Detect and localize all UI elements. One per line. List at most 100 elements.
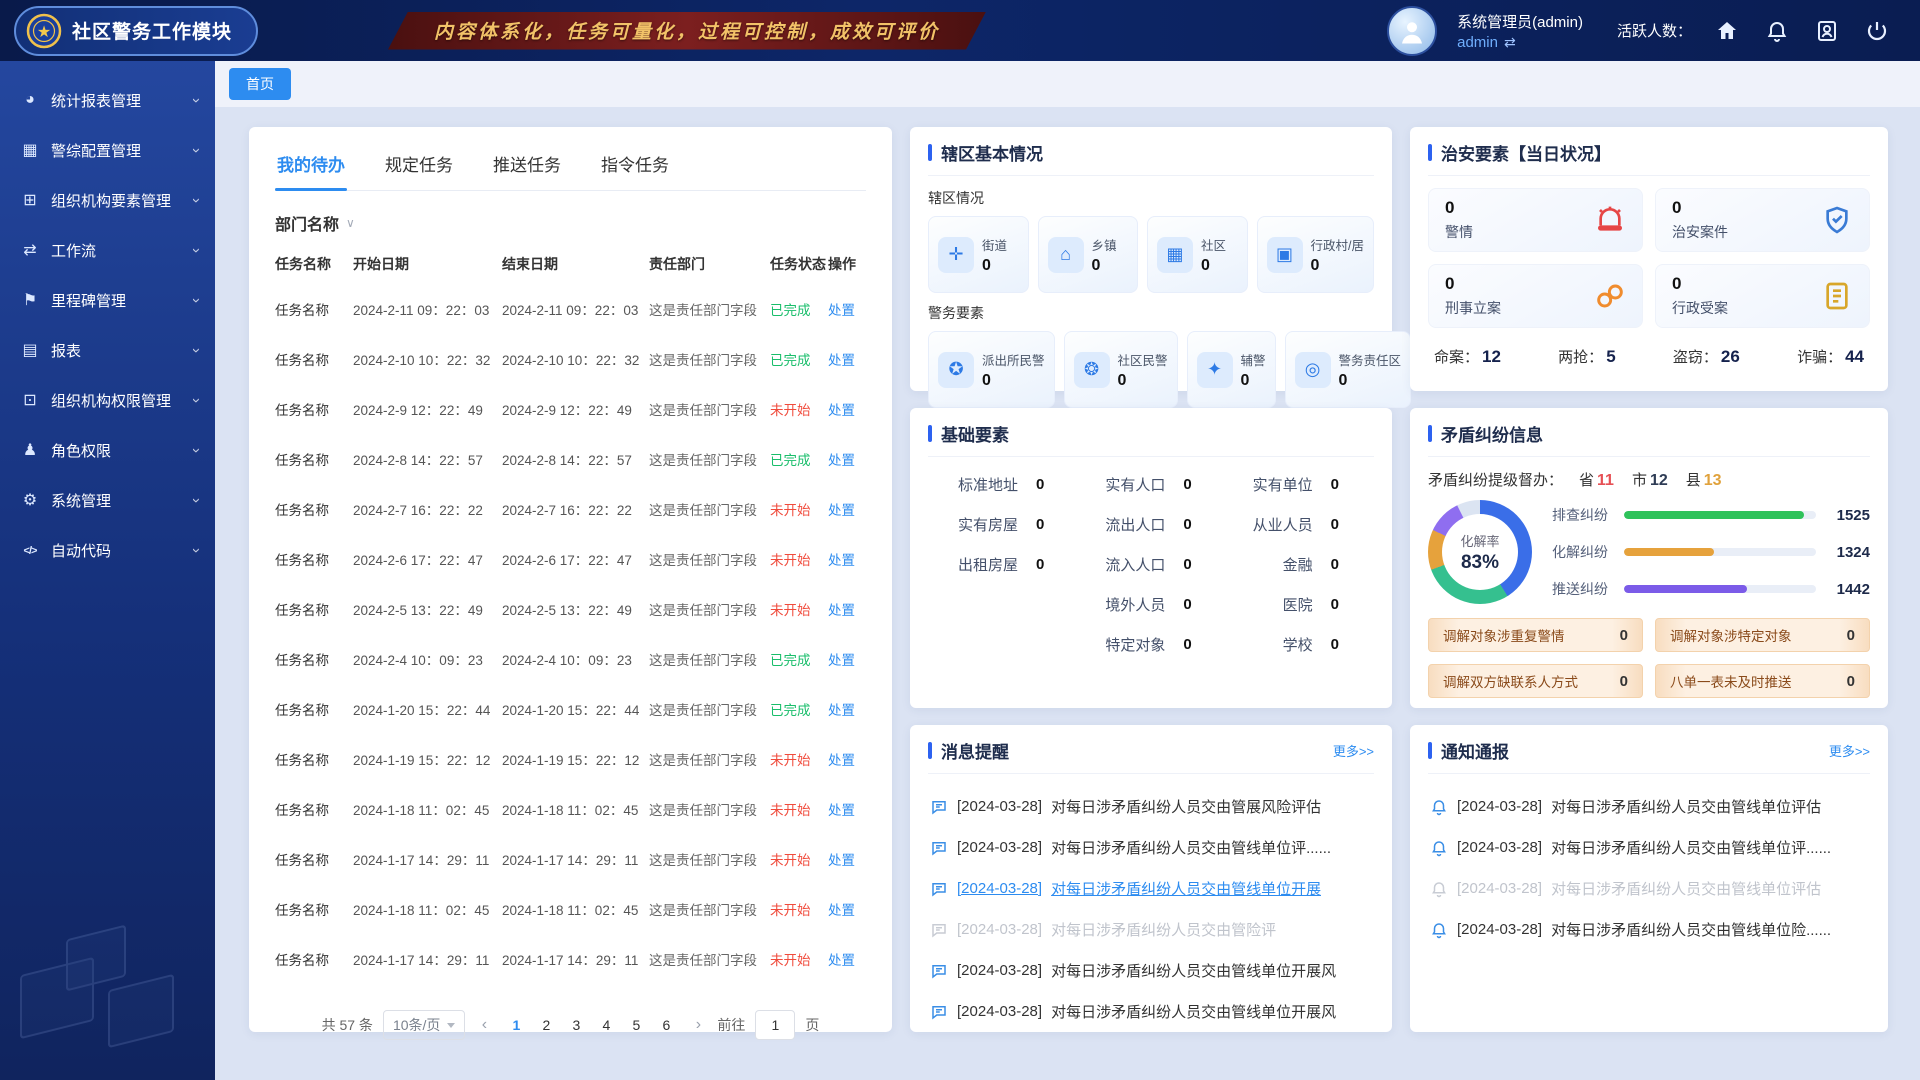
sidebar-item[interactable]: 角色权限 [0,425,215,475]
sidebar-item[interactable]: 统计报表管理 [0,75,215,125]
active-users-label: 活跃人数： [1617,20,1692,41]
todo-tab[interactable]: 我的待办 [275,143,347,190]
report-icon [18,340,42,360]
mediation-button[interactable]: 八单一表未及时推送 0 [1655,664,1870,698]
table-row: 任务名称 2024-1-17 14：29：11 2024-1-17 14：29：… [275,934,866,984]
handle-action-link[interactable]: 处置 [828,649,866,669]
mediation-button-value: 0 [1847,627,1855,644]
tile-value: 0 [1672,198,1728,218]
sidebar-item[interactable]: 里程碑管理 [0,275,215,325]
security-stat-label: 两抢： [1558,349,1603,366]
security-tile: 0 刑事立案 [1428,264,1643,328]
mediation-buttons: 调解对象涉重复警情 0 调解对象涉特定对象 0 调解双方缺联系人方式 0 [1428,618,1870,698]
mediation-button[interactable]: 调解双方缺联系人方式 0 [1428,664,1643,698]
pagination: 共 57 条 10条/页 1 2 3 4 [275,1010,866,1040]
sidebar-item[interactable]: 报表 [0,325,215,375]
page-number-button[interactable]: 4 [593,1017,619,1033]
status-cell: 已完成 [770,649,828,669]
tab-home[interactable]: 首页 [229,68,291,100]
sidebar-item[interactable]: 组织机构要素管理 [0,175,215,225]
notice-item[interactable]: [2024-03-28] 对每日涉矛盾纠纷人员交由管线单位评估 [1428,868,1870,909]
logout-button[interactable] [1862,16,1892,46]
more-messages-link[interactable]: 更多>> [1333,741,1374,760]
message-item[interactable]: [2024-03-28] 对每日涉矛盾纠纷人员交由管展风险评估 [928,786,1374,827]
supervise-level: 县13 [1686,469,1722,490]
todo-tab[interactable]: 指令任务 [599,143,671,190]
basic-col: 标准地址 0 实有房屋 0 出租房屋 0 [930,473,1077,656]
message-item[interactable]: [2024-03-28] 对每日涉矛盾纠纷人员交由管线单位评...... [928,827,1374,868]
mediation-panel: 矛盾纠纷信息 矛盾纠纷提级督办： 省11 市12 [1410,408,1888,708]
todo-tab[interactable]: 推送任务 [491,143,563,190]
page-number-button[interactable]: 6 [653,1017,679,1033]
mediation-button[interactable]: 调解对象涉重复警情 0 [1428,618,1643,652]
handle-action-link[interactable]: 处置 [828,399,866,419]
sidebar-item-label: 警综配置管理 [51,140,141,161]
todo-tab[interactable]: 规定任务 [383,143,455,190]
start-date-cell: 2024-1-17 14：29：11 [353,849,502,869]
stat-value: 0 [1241,372,1266,390]
handle-action-link[interactable]: 处置 [828,349,866,369]
handle-action-link[interactable]: 处置 [828,949,866,969]
next-page-button[interactable] [689,1016,707,1034]
sidebar-item[interactable]: 自动代码 [0,525,215,575]
bell-icon [1430,921,1448,939]
open-tabs-bar: 首页 [215,61,1920,107]
end-date-cell: 2024-1-17 14：29：11 [502,949,649,969]
handle-action-link[interactable]: 处置 [828,849,866,869]
message-item[interactable]: [2024-03-28] 对每日涉矛盾纠纷人员交由管线单位开展风 [928,950,1374,991]
task-name-cell: 任务名称 [275,399,353,419]
handle-action-link[interactable]: 处置 [828,749,866,769]
basic-value: 0 [1331,636,1339,653]
handle-action-link[interactable]: 处置 [828,449,866,469]
more-notices-link[interactable]: 更多>> [1829,741,1870,760]
page-numbers: 1 2 3 4 5 6 [503,1017,679,1033]
stat-value: 0 [982,372,1045,390]
chevron-down-icon [188,248,205,253]
basic-label: 实有人口 [1077,474,1165,495]
username-switcher[interactable]: admin [1457,34,1583,51]
message-date: [2024-03-28] [957,921,1042,938]
switch-account-icon [1504,34,1516,51]
home-button[interactable] [1712,16,1742,46]
sidebar-item[interactable]: 系统管理 [0,475,215,525]
handle-action-link[interactable]: 处置 [828,299,866,319]
status-cell: 已完成 [770,699,828,719]
handle-action-link[interactable]: 处置 [828,899,866,919]
tile-label: 行政受案 [1672,298,1728,318]
mediation-button[interactable]: 调解对象涉特定对象 0 [1655,618,1870,652]
handle-action-link[interactable]: 处置 [828,599,866,619]
handle-action-link[interactable]: 处置 [828,499,866,519]
notifications-button[interactable] [1762,16,1792,46]
message-item[interactable]: [2024-03-28] 对每日涉矛盾纠纷人员交由管线单位开展风 [928,991,1374,1032]
contacts-button[interactable] [1812,16,1842,46]
handle-action-link[interactable]: 处置 [828,799,866,819]
page-size-select[interactable]: 10条/页 [383,1010,465,1040]
department-filter[interactable]: 部门名称 [275,211,866,235]
handle-action-link[interactable]: 处置 [828,549,866,569]
community-icon [1157,237,1193,273]
user-avatar[interactable] [1387,6,1437,56]
sidebar-item[interactable]: 组织机构权限管理 [0,375,215,425]
chat-bubble-icon [930,839,948,857]
notice-item[interactable]: [2024-03-28] 对每日涉矛盾纠纷人员交由管线单位评估 [1428,786,1870,827]
sidebar-item[interactable]: 工作流 [0,225,215,275]
bar-row: 排查纠纷 1525 [1552,505,1870,525]
page-number-button[interactable]: 5 [623,1017,649,1033]
prev-page-button[interactable] [475,1016,493,1034]
handle-action-link[interactable]: 处置 [828,699,866,719]
message-item[interactable]: [2024-03-28] 对每日涉矛盾纠纷人员交由管险评 [928,909,1374,950]
page-number-button[interactable]: 2 [533,1017,559,1033]
basic-label: 医院 [1225,594,1313,615]
department-cell: 这是责任部门字段 [649,349,770,369]
notice-item[interactable]: [2024-03-28] 对每日涉矛盾纠纷人员交由管线单位险...... [1428,909,1870,950]
page-number-button[interactable]: 1 [503,1017,529,1033]
sidebar-item[interactable]: 警综配置管理 [0,125,215,175]
message-item[interactable]: [2024-03-28] 对每日涉矛盾纠纷人员交由管线单位开展 [928,868,1374,909]
task-name-cell: 任务名称 [275,799,353,819]
notice-item[interactable]: [2024-03-28] 对每日涉矛盾纠纷人员交由管线单位评...... [1428,827,1870,868]
notice-list: [2024-03-28] 对每日涉矛盾纠纷人员交由管线单位评估 [2024-03… [1428,786,1870,950]
goto-page-input[interactable] [755,1010,795,1040]
page-number-button[interactable]: 3 [563,1017,589,1033]
mediation-button-value: 0 [1847,673,1855,690]
village-icon [1267,237,1303,273]
